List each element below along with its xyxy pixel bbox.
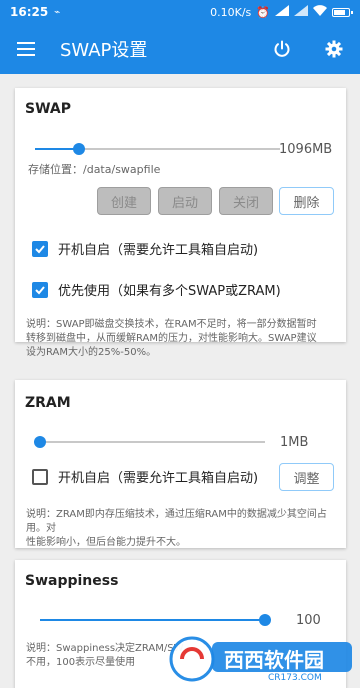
zram-size-value: 1MB (280, 435, 309, 450)
swappiness-title: Swappiness (25, 573, 119, 589)
zram-autostart-label: 开机自启（需要允许工具箱自启动) (58, 471, 259, 486)
alarm-icon: ⏰ (256, 5, 270, 19)
zram-description-line-1: 说明：ZRAM即内存压缩技术，通过压缩RAM中的数据减少其空间占用。对 (26, 509, 327, 534)
create-button[interactable]: 创建 (97, 187, 151, 215)
slider-fill (40, 619, 265, 621)
zram-autostart-row[interactable]: 开机自启（需要允许工具箱自启动) (32, 467, 258, 486)
swap-autostart-label: 开机自启（需要允许工具箱自启动) (58, 243, 259, 258)
delete-button[interactable]: 删除 (279, 187, 334, 215)
slider-thumb[interactable] (73, 143, 86, 155)
zram-description-line-2: 性能影响小，但后台能力提升不大。 (26, 537, 186, 548)
swap-description-line-1: 说明：SWAP即磁盘交换技术，在RAM不足时，将一部分数据暂时 (26, 319, 317, 330)
stop-button[interactable]: 关闭 (219, 187, 273, 215)
swap-priority-label: 优先使用（如果有多个SWAP或ZRAM) (58, 284, 281, 299)
wifi-icon (313, 5, 327, 19)
start-button[interactable]: 启动 (158, 187, 212, 215)
swap-autostart-row[interactable]: 开机自启（需要允许工具箱自启动) (32, 239, 258, 258)
status-time: 16:25 (10, 5, 49, 19)
status-bar: 16:25 ⌁ 0.10K/s ⏰ (0, 0, 360, 24)
swappiness-slider[interactable] (40, 614, 271, 626)
swap-path-label: 存储位置：/data/swapfile (28, 163, 161, 176)
swappiness-description-line-1: 说明：Swappiness决定ZRAM/SW (26, 643, 184, 654)
battery-icon (332, 7, 353, 17)
hamburger-menu-icon[interactable] (0, 24, 52, 74)
zram-title: ZRAM (25, 395, 71, 411)
zram-card: ZRAM 1MB 开机自启（需要允许工具箱自启动) 调整 说明：ZRAM即内存压… (15, 380, 346, 548)
slider-thumb[interactable] (34, 436, 46, 448)
swap-size-value: 1096MB (279, 142, 333, 157)
swap-description-line-2: 转移到磁盘中，从而缓解RAM的压力，对性能影响大。SWAP建议 (26, 333, 317, 344)
swap-title: SWAP (25, 101, 71, 117)
page-title: SWAP设置 (60, 40, 148, 61)
swappiness-card: Swappiness 100 说明：Swappiness决定ZRAM/SW 不用… (15, 560, 346, 688)
swappiness-description: 说明：Swappiness决定ZRAM/SW 不用，100表示尽量使用 (26, 642, 344, 670)
slider-track (40, 441, 265, 443)
power-icon[interactable] (256, 24, 308, 74)
app-bar: SWAP设置 (0, 24, 360, 74)
swap-autostart-checkbox[interactable] (32, 240, 48, 257)
swap-description-line-3: 设为RAM大小的25%-50%。 (26, 347, 157, 358)
network-speed: 0.10K/s (210, 5, 252, 19)
swap-priority-row[interactable]: 优先使用（如果有多个SWAP或ZRAM) (32, 280, 281, 299)
cellular-signal-icon (275, 5, 289, 19)
signal-notification-icon: ⌁ (54, 6, 61, 18)
zram-size-slider[interactable] (34, 436, 265, 448)
slider-thumb[interactable] (259, 614, 271, 626)
adjust-button[interactable]: 调整 (279, 463, 334, 491)
cellular-signal-2-icon (294, 5, 308, 19)
swappiness-description-line-2: 不用，100表示尽量使用 (26, 657, 136, 668)
swap-priority-checkbox[interactable] (32, 281, 48, 298)
zram-description: 说明：ZRAM即内存压缩技术，通过压缩RAM中的数据减少其空间占用。对 性能影响… (26, 508, 344, 550)
gear-icon[interactable] (308, 24, 360, 74)
swap-card: SWAP 1096MB 存储位置：/data/swapfile 创建 启动 关闭… (15, 88, 346, 358)
swappiness-value: 100 (296, 613, 321, 628)
swap-description: 说明：SWAP即磁盘交换技术，在RAM不足时，将一部分数据暂时 转移到磁盘中，从… (26, 318, 341, 360)
zram-autostart-checkbox[interactable] (32, 468, 48, 485)
swap-size-slider[interactable] (35, 143, 280, 155)
